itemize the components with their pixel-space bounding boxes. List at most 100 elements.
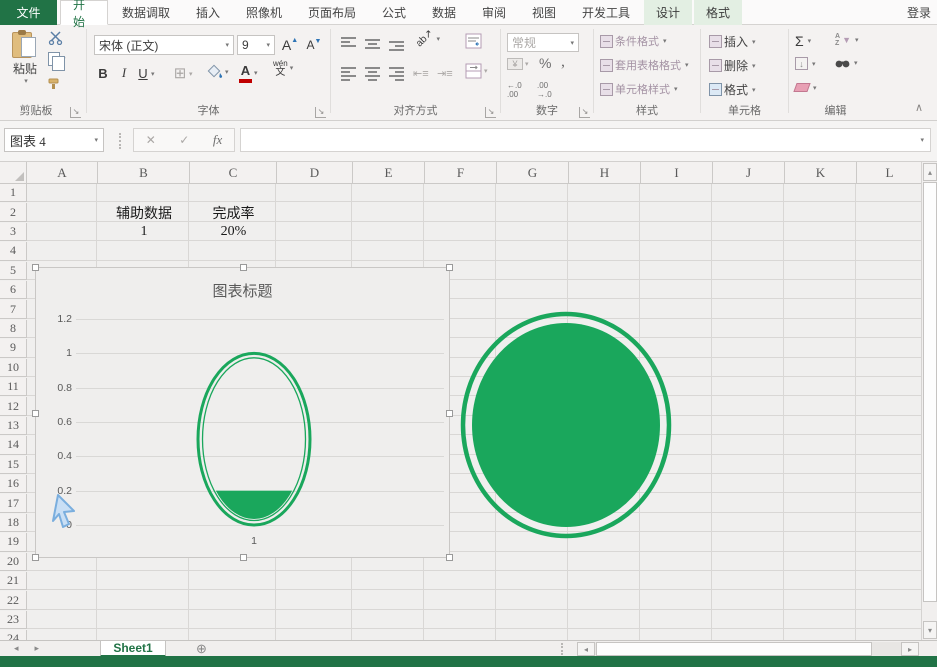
borders-button[interactable]: ⊞ [171, 63, 189, 83]
sign-in-button[interactable]: 登录 [907, 0, 931, 25]
column-header-H[interactable]: H [569, 162, 641, 184]
cell-C2[interactable]: 完成率 [190, 203, 277, 222]
vertical-scrollbar[interactable]: ▴ ▾ [921, 162, 937, 640]
column-header-C[interactable]: C [190, 162, 277, 184]
format-painter-button[interactable] [48, 77, 62, 95]
column-header-J[interactable]: J [713, 162, 785, 184]
conditional-formatting-button[interactable]: 条件格式 ▾ [600, 33, 667, 49]
row-header-14[interactable]: 14 [0, 436, 27, 455]
bold-button[interactable]: B [94, 63, 112, 83]
row-header-12[interactable]: 12 [0, 397, 27, 416]
row-header-6[interactable]: 6 [0, 281, 27, 300]
ribbon-tab-11[interactable]: 设计 [644, 0, 692, 25]
comma-style-button[interactable]: , [561, 53, 565, 71]
ribbon-tab-2[interactable]: 数据调取 [110, 0, 182, 25]
row-header-21[interactable]: 21 [0, 572, 27, 591]
font-size-combo[interactable]: 9 ▾ [237, 35, 275, 55]
row-header-16[interactable]: 16 [0, 475, 27, 494]
accounting-format-button[interactable]: ¥ ▾ [507, 58, 529, 70]
grow-font-button[interactable]: A ▲ [281, 35, 299, 55]
chart-handle-s[interactable] [240, 554, 247, 561]
chart-handle-e[interactable] [446, 410, 453, 417]
underline-dropdown-icon[interactable]: ▾ [151, 70, 155, 78]
ribbon-tab-5[interactable]: 页面布局 [296, 0, 368, 25]
scroll-left-button[interactable]: ◂ [577, 642, 595, 656]
row-header-13[interactable]: 13 [0, 416, 27, 436]
column-header-A[interactable]: A [27, 162, 98, 184]
ribbon-tab-8[interactable]: 审阅 [470, 0, 518, 25]
chart-object[interactable]: 图表标题 00.20.40.60.811.21 [32, 264, 453, 561]
ribbon-tab-4[interactable]: 照像机 [234, 0, 294, 25]
percent-style-button[interactable]: % [539, 55, 551, 71]
scroll-right-button[interactable]: ▸ [901, 642, 919, 656]
paste-dropdown-icon[interactable]: ▾ [10, 77, 42, 85]
ribbon-tab-3[interactable]: 插入 [184, 0, 232, 25]
number-dialog-launcher[interactable]: ↘ [579, 107, 590, 118]
row-header-19[interactable]: 19 [0, 533, 27, 552]
cell-B2[interactable]: 辅助数据 [98, 203, 190, 222]
scroll-down-button[interactable]: ▾ [923, 621, 937, 639]
align-right-button[interactable] [389, 67, 404, 81]
clear-button[interactable]: ▾ [793, 83, 817, 92]
decrease-decimal-button[interactable]: .00 →.0 [537, 81, 552, 99]
row-header-22[interactable]: 22 [0, 591, 27, 610]
ribbon-tab-9[interactable]: 视图 [520, 0, 568, 25]
chart-handle-se[interactable] [446, 554, 453, 561]
select-all-corner[interactable] [0, 162, 27, 184]
row-header-20[interactable]: 20 [0, 552, 27, 571]
sheet-tab-sheet1[interactable]: Sheet1 [100, 641, 166, 657]
cell-styles-button[interactable]: 单元格样式 ▾ [600, 81, 678, 97]
chart-handle-w[interactable] [32, 410, 39, 417]
column-header-E[interactable]: E [353, 162, 425, 184]
column-header-B[interactable]: B [98, 162, 190, 184]
row-header-5[interactable]: 5 [0, 261, 27, 280]
row-header-7[interactable]: 7 [0, 300, 27, 319]
shrink-font-button[interactable]: A ▼ [305, 35, 323, 55]
tab-file[interactable]: 文件 [0, 0, 57, 25]
fill-color-button[interactable]: ▾ [207, 64, 229, 80]
fill-button[interactable]: ↓ ▾ [795, 57, 816, 70]
ribbon-tab-1[interactable]: 开始 [60, 0, 108, 29]
vertical-scroll-thumb[interactable] [923, 182, 937, 602]
copy-button[interactable]: ▾ [48, 52, 66, 71]
font-name-combo[interactable]: 宋体 (正文) ▾ [94, 35, 234, 55]
column-header-K[interactable]: K [785, 162, 857, 184]
merge-center-button[interactable]: ▾ [465, 63, 488, 79]
column-header-L[interactable]: L [857, 162, 921, 184]
row-header-9[interactable]: 9 [0, 339, 27, 358]
insert-cells-button[interactable]: 插入 ▾ [709, 33, 756, 50]
row-header-24[interactable]: 24 [0, 630, 27, 640]
increase-indent-button[interactable]: ⇥≡ [437, 67, 453, 80]
prev-sheet-button[interactable]: ◂ [14, 643, 19, 654]
wrap-text-button[interactable] [465, 33, 482, 54]
scroll-up-button[interactable]: ▴ [923, 163, 937, 181]
orientation-button[interactable]: ab↗ ▾ [414, 28, 440, 50]
tab-bar-resize-grip[interactable] [561, 643, 564, 655]
chart-handle-sw[interactable] [32, 554, 39, 561]
align-middle-button[interactable] [365, 39, 380, 49]
formula-expand-icon[interactable]: ▾ [920, 136, 924, 144]
name-box-dropdown-icon[interactable]: ▾ [94, 136, 98, 144]
column-header-F[interactable]: F [425, 162, 497, 184]
alignment-dialog-launcher[interactable]: ↘ [485, 107, 496, 118]
cell-B3[interactable]: 1 [98, 223, 190, 242]
row-header-3[interactable]: 3 [0, 222, 27, 242]
increase-decimal-button[interactable]: ←.0 .00 [507, 81, 522, 99]
row-header-8[interactable]: 8 [0, 319, 27, 339]
ribbon-tab-7[interactable]: 数据 [420, 0, 468, 25]
row-header-11[interactable]: 11 [0, 378, 27, 397]
insert-function-icon[interactable]: fx [213, 132, 222, 148]
formula-bar-grip[interactable] [119, 133, 122, 149]
row-header-4[interactable]: 4 [0, 242, 27, 261]
number-format-combo[interactable]: 常规 ▾ [507, 33, 579, 52]
green-circle-shape[interactable] [455, 308, 677, 542]
horizontal-scroll-thumb[interactable] [596, 642, 872, 656]
delete-cells-button[interactable]: 删除 ▾ [709, 57, 756, 74]
row-header-2[interactable]: 2 [0, 203, 27, 222]
chart-handle-n[interactable] [240, 264, 247, 271]
align-bottom-button[interactable] [389, 41, 404, 51]
new-sheet-button[interactable]: ⊕ [196, 641, 207, 657]
ribbon-tab-10[interactable]: 开发工具 [570, 0, 642, 25]
find-select-button[interactable]: ▾ [835, 57, 858, 69]
cut-button[interactable] [48, 31, 64, 50]
